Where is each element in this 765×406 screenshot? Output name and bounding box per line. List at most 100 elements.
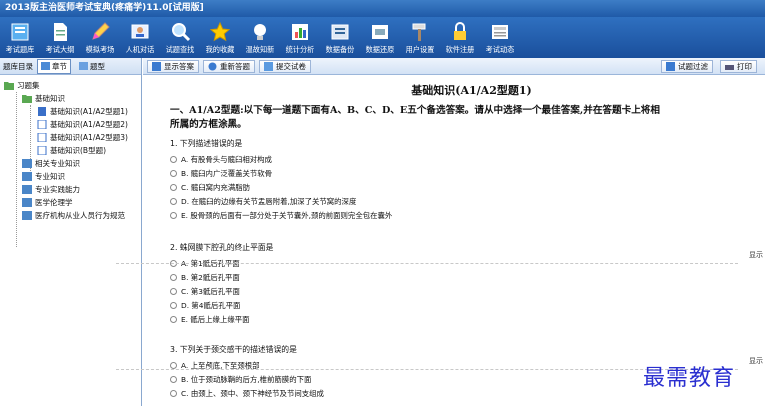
toolbar-label: 模拟考场 [85, 45, 115, 54]
button-label: 重新答题 [220, 61, 250, 71]
toolbar-button-statistics[interactable]: 统计分析 [280, 17, 320, 58]
news-icon [492, 25, 508, 39]
radio-button[interactable] [170, 301, 177, 309]
radio-button[interactable] [170, 155, 177, 163]
tree-leaf[interactable]: 基础知识(B型题) [0, 144, 141, 157]
option-label: E. 骶后上缘上缘平面 [181, 314, 250, 324]
toolbar-button-dialog[interactable]: 人机对话 [120, 17, 160, 58]
tab-question-type[interactable]: 题型 [75, 59, 109, 74]
answer-option[interactable]: E. 骶后上缘上缘平面 [170, 312, 765, 326]
toolbar-label: 试题查找 [165, 45, 195, 54]
chapter-tree: 习题集 基础知识 基础知识(A1/A2型题1) 基础知识(A1/A2型题2) 基… [0, 75, 141, 247]
tree-leaf[interactable]: 基础知识(A1/A2型题2) [0, 118, 141, 131]
toolbar-button-mock-exam[interactable]: 模拟考场 [80, 17, 120, 58]
toolbar-label: 考试题库 [5, 45, 35, 54]
tree-label: 基础知识(A1/A2型题2) [50, 120, 128, 129]
radio-button[interactable] [170, 315, 177, 323]
answer-option[interactable]: A. 有股骨头与髋臼相对构成 [170, 152, 765, 166]
tree-root[interactable]: 习题集 [0, 79, 141, 92]
answer-option[interactable]: C. 髋臼窝内充满脂肪 [170, 180, 765, 194]
tree-node[interactable]: 专业知识 [0, 170, 141, 183]
radio-button[interactable] [170, 389, 177, 397]
tree-leaf[interactable]: 基础知识(A1/A2型题1) [0, 105, 141, 118]
tree-node[interactable]: 相关专业知识 [0, 157, 141, 170]
radio-button[interactable] [170, 197, 177, 205]
tab-type-label: 题型 [90, 61, 105, 71]
filter-button[interactable]: 试题过滤 [661, 59, 713, 73]
toolbar-label: 统计分析 [285, 45, 315, 54]
toolbar-button-settings[interactable]: 用户设置 [400, 17, 440, 58]
toolbar-label: 考试动态 [485, 45, 515, 54]
submit-icon [264, 61, 273, 71]
show-answer-link[interactable]: 显示 [749, 356, 763, 366]
tab-chapter-label: 章节 [52, 61, 67, 71]
answer-option[interactable]: B. 髋臼内广泛覆盖关节软骨 [170, 166, 765, 180]
question-stem: 1. 下列描述错误的是 [170, 139, 243, 148]
toolbar-button-restore[interactable]: 数据还原 [360, 17, 400, 58]
chart-icon [292, 24, 308, 40]
tree-leaf[interactable]: 基础知识(A1/A2型题3) [0, 131, 141, 144]
radio-button[interactable] [170, 361, 177, 369]
tree-node-basic-knowledge[interactable]: 基础知识 [0, 92, 141, 105]
toolbar-button-favorites[interactable]: 我的收藏 [200, 17, 240, 58]
magnifier-icon [172, 23, 191, 42]
pencil-icon [92, 22, 110, 40]
answer-option[interactable]: D. 第4骶后孔平面 [170, 298, 765, 312]
star-icon [209, 21, 231, 42]
watermark: 最需教育 [643, 366, 736, 391]
toolbar-button-syllabus[interactable]: 考试大纲 [40, 17, 80, 58]
toolbar-button-news[interactable]: 考试动态 [480, 17, 520, 58]
tree-label: 专业知识 [35, 172, 65, 181]
book-icon [11, 23, 29, 41]
instruction-line: 一、A1/A2型题:以下每一道题下面有A、B、C、D、E五个备选答案。请从中选择… [170, 105, 660, 116]
document-icon [37, 146, 47, 155]
radio-button[interactable] [170, 169, 177, 177]
backup-icon [331, 24, 349, 40]
option-label: E. 股骨颈的后面有一部分处于关节囊外,颈的前面则完全包在囊外 [181, 210, 393, 220]
tree-node[interactable]: 医疗机构从业人员行为规范 [0, 209, 141, 222]
answer-option[interactable]: B. 第2骶后孔平面 [170, 270, 765, 284]
bulb-icon [254, 24, 266, 40]
question-toolbar: 显示答案 重新答题 提交试卷 试题过滤 打印 [143, 58, 765, 75]
toolbar-label: 温故知新 [245, 45, 275, 54]
option-label: B. 髋臼内广泛覆盖关节软骨 [181, 168, 273, 178]
question-panel: 显示答案 重新答题 提交试卷 试题过滤 打印 基础知识(A1/A2型题1) 一、… [116, 58, 765, 406]
answer-option[interactable]: C. 第3骶后孔平面 [170, 284, 765, 298]
window-title: 2013版主治医师考试宝典(疼痛学)11.0[试用版] [0, 0, 765, 17]
toolbar-button-review[interactable]: 温故知新 [240, 17, 280, 58]
toolbar-label: 我的收藏 [205, 45, 235, 54]
tree-label: 医疗机构从业人员行为规范 [35, 211, 125, 220]
radio-button[interactable] [170, 211, 177, 219]
toolbar-button-register[interactable]: 软件注册 [440, 17, 480, 58]
answer-option[interactable]: E. 股骨颈的后面有一部分处于关节囊外,颈的前面则完全包在囊外 [170, 208, 765, 222]
toolbar-label: 软件注册 [445, 45, 475, 54]
lock-icon [454, 22, 466, 40]
toolbar-button-question-bank[interactable]: 考试题库 [0, 17, 40, 58]
option-label: D. 在髋臼的边缘有关节盂唇附着,加深了关节窝的深度 [181, 196, 357, 206]
tree-label: 医学伦理学 [35, 198, 73, 207]
tab-chapter[interactable]: 章节 [37, 58, 71, 74]
divider [116, 263, 738, 264]
left-panel-header: 题库目录 章节 题型 [0, 58, 141, 75]
tree-node[interactable]: 医学伦理学 [0, 196, 141, 209]
redo-button[interactable]: 重新答题 [203, 59, 255, 73]
toolbar-button-search[interactable]: 试题查找 [160, 17, 200, 58]
toolbar-button-backup[interactable]: 数据备份 [320, 17, 360, 58]
radio-button[interactable] [170, 183, 177, 191]
radio-button[interactable] [170, 273, 177, 281]
option-label: C. 由颈上、颈中、颈下神经节及节间支组成 [181, 388, 324, 398]
print-button[interactable]: 打印 [720, 59, 757, 73]
option-label: D. 第4骶后孔平面 [181, 300, 241, 310]
tree-node[interactable]: 专业实践能力 [0, 183, 141, 196]
toolbar-label: 数据备份 [325, 45, 355, 54]
show-answer-link[interactable]: 显示 [749, 250, 763, 260]
book-icon [22, 185, 32, 194]
radio-button[interactable] [170, 287, 177, 295]
radio-button[interactable] [170, 375, 177, 383]
show-answer-button[interactable]: 显示答案 [147, 59, 199, 73]
question-stem: 2. 蛛网膜下腔孔的终止平面是 [170, 243, 274, 252]
answer-option[interactable]: D. 在髋臼的边缘有关节盂唇附着,加深了关节窝的深度 [170, 194, 765, 208]
tree-label: 基础知识(A1/A2型题1) [50, 107, 128, 116]
restore-icon [372, 25, 388, 39]
submit-button[interactable]: 提交试卷 [259, 59, 311, 73]
